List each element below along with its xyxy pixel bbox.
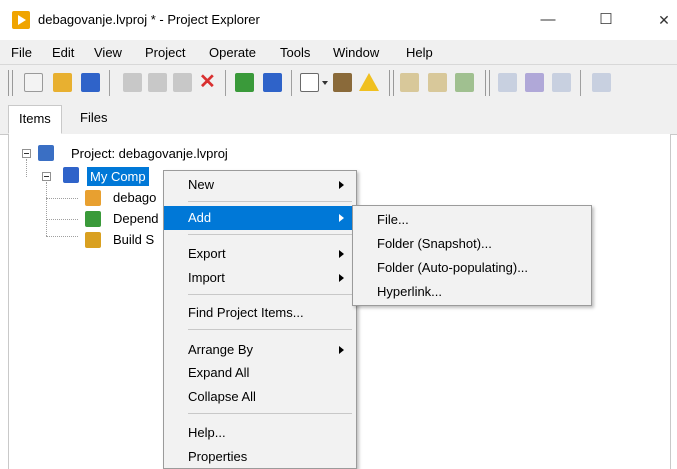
menu-item-export[interactable]: Export	[164, 242, 356, 266]
add-submenu: File... Folder (Snapshot)... Folder (Aut…	[352, 205, 592, 306]
paste-icon[interactable]	[173, 73, 192, 92]
menu-separator	[188, 234, 352, 235]
toolbar-separator	[291, 70, 292, 96]
maximize-button[interactable]: ☐	[586, 8, 626, 32]
tab-files[interactable]: Files	[70, 105, 117, 133]
dependencies-icon	[85, 211, 101, 227]
redo-icon[interactable]	[552, 73, 571, 92]
context-menu: New Add Export Import Find Project Items…	[163, 170, 357, 469]
toolbar-separator	[225, 70, 226, 96]
undo-icon[interactable]	[525, 73, 544, 92]
menu-separator	[188, 294, 352, 295]
submenu-arrow-icon	[339, 250, 344, 258]
tree-line	[46, 236, 78, 237]
target-icon[interactable]	[333, 73, 352, 92]
find-icon[interactable]	[498, 73, 517, 92]
submenu-item-folder-auto-populating[interactable]: Folder (Auto-populating)...	[353, 256, 591, 280]
cut-icon[interactable]	[123, 73, 142, 92]
menu-separator	[188, 413, 352, 414]
tree-line	[46, 219, 78, 220]
menu-tools[interactable]: Tools	[280, 45, 310, 60]
collapse-toggle[interactable]	[42, 172, 51, 181]
build-icon[interactable]	[235, 73, 254, 92]
warning-icon[interactable]	[359, 73, 379, 91]
save-all-icon[interactable]	[81, 73, 100, 92]
open-icon[interactable]	[53, 73, 72, 92]
tree-line	[46, 198, 78, 199]
toolbar-grip[interactable]	[389, 70, 394, 96]
view-icon[interactable]	[300, 73, 319, 92]
toolbar-grip[interactable]	[485, 70, 490, 96]
tab-items[interactable]: Items	[8, 105, 62, 134]
menu-item-new[interactable]: New	[164, 173, 356, 197]
toolbar-separator	[109, 70, 110, 96]
refresh-icon[interactable]	[455, 73, 474, 92]
filter-icon[interactable]	[400, 73, 419, 92]
menu-view[interactable]: View	[94, 45, 122, 60]
menu-item-add[interactable]: Add	[164, 206, 356, 230]
delete-icon[interactable]: ✕	[199, 72, 216, 92]
tree-node-dependencies[interactable]: Depend	[113, 211, 159, 226]
submenu-arrow-icon	[339, 274, 344, 282]
toolbar-grip[interactable]	[8, 70, 13, 96]
tree-node-my-computer[interactable]: My Comp	[87, 167, 149, 186]
search-icon[interactable]	[592, 73, 611, 92]
build-specs-icon	[85, 232, 101, 248]
menu-edit[interactable]: Edit	[52, 45, 74, 60]
submenu-item-folder-snapshot[interactable]: Folder (Snapshot)...	[353, 232, 591, 256]
computer-icon	[63, 167, 79, 183]
menu-item-find-project-items[interactable]: Find Project Items...	[164, 301, 356, 325]
new-icon[interactable]	[24, 73, 43, 92]
close-button[interactable]: ✕	[644, 8, 677, 32]
labview-project-icon	[12, 11, 30, 29]
tree-line	[26, 159, 27, 177]
submenu-arrow-icon	[339, 214, 344, 222]
project-icon	[38, 145, 54, 161]
chevron-down-icon[interactable]	[322, 81, 328, 85]
deploy-icon[interactable]	[263, 73, 282, 92]
menu-item-help[interactable]: Help...	[164, 421, 356, 445]
submenu-arrow-icon	[339, 181, 344, 189]
menu-window[interactable]: Window	[333, 45, 379, 60]
sort-icon[interactable]	[428, 73, 447, 92]
tree-node-vi[interactable]: debago	[113, 190, 156, 205]
submenu-arrow-icon	[339, 346, 344, 354]
menu-operate[interactable]: Operate	[209, 45, 256, 60]
menu-item-import[interactable]: Import	[164, 266, 356, 290]
menu-item-arrange-by[interactable]: Arrange By	[164, 338, 356, 362]
window-title: debagovanje.lvproj * - Project Explorer	[38, 12, 260, 27]
tree-node-build-specs[interactable]: Build S	[113, 232, 154, 247]
menu-item-collapse-all[interactable]: Collapse All	[164, 385, 356, 409]
menu-file[interactable]: File	[11, 45, 32, 60]
vi-icon	[85, 190, 101, 206]
tree-node-project[interactable]: Project: debagovanje.lvproj	[71, 146, 228, 161]
copy-icon[interactable]	[148, 73, 167, 92]
minimize-button[interactable]: —	[528, 8, 568, 32]
tree-line	[46, 182, 47, 236]
menu-separator	[188, 329, 352, 330]
submenu-item-file[interactable]: File...	[353, 208, 591, 232]
submenu-item-hyperlink[interactable]: Hyperlink...	[353, 280, 591, 304]
collapse-toggle[interactable]	[22, 149, 31, 158]
menu-item-properties[interactable]: Properties	[164, 445, 356, 469]
toolbar-separator	[580, 70, 581, 96]
menu-project[interactable]: Project	[145, 45, 185, 60]
menu-help[interactable]: Help	[406, 45, 433, 60]
menu-item-expand-all[interactable]: Expand All	[164, 361, 356, 385]
menu-separator	[188, 201, 352, 202]
